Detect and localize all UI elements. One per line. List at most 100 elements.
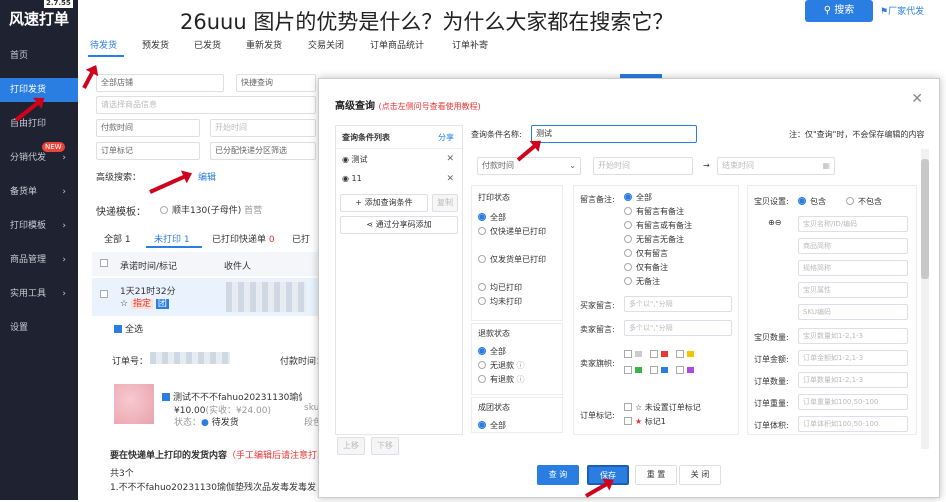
range-input-3[interactable]: 订单重量如100,50-100 [798, 394, 908, 410]
tab-resend[interactable]: 订单补寄 [452, 38, 488, 51]
share-link[interactable]: 分享 [438, 132, 454, 143]
tab-closed[interactable]: 交易关闭 [308, 38, 344, 51]
order-mark-option-0[interactable]: ☆ 未设置订单标记 [624, 402, 701, 413]
checkbox[interactable] [114, 325, 122, 333]
copy-button[interactable]: 复制 [432, 194, 458, 212]
range-input-1[interactable]: 订单金额如1-2,1-3 [798, 350, 908, 366]
delete-icon[interactable]: ✕ [446, 154, 454, 164]
range-input-0[interactable]: 宝贝数量如1-2,1-3 [798, 328, 908, 344]
print-option-none[interactable]: 均未打印 [478, 296, 522, 307]
help-icon[interactable]: ⓘ [517, 361, 525, 370]
checkbox[interactable] [624, 417, 632, 425]
radio[interactable] [478, 347, 486, 355]
radio[interactable] [478, 375, 486, 383]
end-time-input[interactable]: 结束时间 ▦ [717, 157, 835, 175]
seller-msg-input[interactable]: 多个以","分隔 [624, 320, 732, 336]
range-input-4[interactable]: 订单体积如100,50-100 [798, 416, 908, 432]
remark-option-all[interactable]: 全部 [624, 192, 652, 203]
checkbox[interactable] [100, 290, 108, 298]
group-option-all[interactable]: 全部 [478, 420, 506, 431]
condition-item[interactable]: ◉ 测试 [342, 154, 368, 165]
checkbox[interactable] [676, 366, 684, 374]
sidebar-item-templates[interactable]: 打印模板 › [0, 214, 78, 238]
print-option-express[interactable]: 仅快递单已打印 [478, 226, 546, 237]
include-option[interactable]: 包含 [798, 196, 826, 207]
close-icon[interactable]: ✕ [911, 91, 923, 107]
buyer-msg-input[interactable]: 多个以","分隔 [624, 296, 732, 312]
baby-field-1[interactable]: 商品简称 [798, 238, 908, 254]
baby-field-2[interactable]: 规格简称 [798, 260, 908, 276]
express-zone-select[interactable]: 已分配快递分区筛选 [210, 142, 316, 160]
radio[interactable] [798, 197, 806, 205]
checkbox[interactable] [650, 366, 658, 374]
print-option-both[interactable]: 均已打印 [478, 282, 522, 293]
sidebar-item-settings[interactable]: 设置 [0, 316, 78, 340]
baby-field-3[interactable]: 宝贝属性 [798, 282, 908, 298]
order-tab-all[interactable]: 全部 1 [104, 232, 131, 245]
sidebar-item-products[interactable]: 商品管理 › [0, 248, 78, 272]
range-input-2[interactable]: 订单数量如1-2,1-3 [798, 372, 908, 388]
tab-pending[interactable]: 待发货 [90, 38, 117, 51]
table-header-checkbox[interactable] [100, 259, 111, 269]
add-condition-button[interactable]: + 添加查询条件 [340, 194, 428, 212]
remark-option-2[interactable]: 有留言或有备注 [624, 220, 692, 231]
sidebar-item-distribution[interactable]: 分销代发 NEW › [0, 142, 78, 170]
refund-option-all[interactable]: 全部 [478, 346, 506, 357]
close-button[interactable]: 关 闭 [679, 465, 721, 485]
scrollbar[interactable] [921, 149, 929, 449]
template-radio[interactable] [160, 206, 168, 214]
radio[interactable] [478, 297, 486, 305]
radio[interactable] [478, 421, 486, 429]
exclude-option[interactable]: 不包含 [846, 196, 882, 207]
pay-time-select[interactable]: 付款时间 ⌄ [477, 157, 581, 175]
sidebar-item-free-print[interactable]: 自由打印 [0, 112, 78, 136]
sidebar-item-home[interactable]: 首页 [0, 44, 78, 68]
sidebar-item-stock[interactable]: 备货单 › [0, 180, 78, 204]
shop-select[interactable]: 全部店铺 [96, 74, 224, 92]
remark-option-6[interactable]: 无备注 [624, 276, 660, 287]
radio[interactable] [478, 213, 486, 221]
baby-field-4[interactable]: SKU编码 [798, 304, 908, 320]
time-type-select[interactable]: 付款时间 [96, 119, 200, 137]
remark-option-3[interactable]: 无留言无备注 [624, 234, 684, 245]
print-option-all[interactable]: 全部 [478, 212, 506, 223]
checkbox[interactable] [650, 350, 658, 358]
tab-shipped[interactable]: 已发货 [194, 38, 221, 51]
tab-pre-ship[interactable]: 预发货 [142, 38, 169, 51]
select-all[interactable]: 全选 [114, 322, 143, 335]
radio[interactable] [624, 249, 632, 257]
order-tab-printed[interactable]: 已打印快递单 0 [212, 232, 275, 245]
radio[interactable] [478, 283, 486, 291]
keyword-input[interactable]: 请选择商品信息 [96, 96, 316, 114]
factory-link[interactable]: ⚑厂家代发 [880, 4, 924, 17]
radio[interactable] [478, 255, 486, 263]
delete-icon[interactable]: ✕ [446, 174, 454, 184]
start-time-input[interactable]: 开始时间 [210, 119, 316, 137]
help-icon[interactable]: ⓘ [517, 375, 525, 384]
tab-reship[interactable]: 重新发货 [246, 38, 282, 51]
flag-row-1[interactable] [624, 350, 702, 359]
radio[interactable] [846, 197, 854, 205]
query-button[interactable]: 查 询 [537, 465, 579, 485]
radio[interactable] [478, 227, 486, 235]
star-icon[interactable]: ☆ [120, 299, 128, 309]
remark-option-1[interactable]: 有留言有备注 [624, 206, 684, 217]
order-flag-select[interactable]: 订单标记 [96, 142, 200, 160]
template-item[interactable]: 顺丰130(子母件) 首营 [160, 203, 262, 216]
row-checkbox[interactable] [100, 290, 111, 300]
sidebar-item-tools[interactable]: 实用工具 › [0, 282, 78, 306]
order-tab-more[interactable]: 已打 [292, 232, 310, 245]
tab-stats[interactable]: 订单商品统计 [370, 38, 424, 51]
radio[interactable] [624, 277, 632, 285]
add-remove-icon[interactable]: ⊕⊖ [768, 218, 781, 227]
search-button[interactable]: ⚲ 搜索 [805, 0, 873, 22]
refund-option-none[interactable]: 无退款 ⓘ [478, 360, 525, 371]
share-code-button[interactable]: ⋖ 通过分享码添加 [340, 216, 458, 234]
radio[interactable] [478, 361, 486, 369]
move-up-button[interactable]: 上移 [337, 437, 365, 455]
checkbox[interactable] [624, 350, 632, 358]
remark-option-5[interactable]: 仅有备注 [624, 262, 668, 273]
radio[interactable] [624, 207, 632, 215]
radio[interactable] [624, 193, 632, 201]
scroll-thumb[interactable] [921, 159, 929, 279]
